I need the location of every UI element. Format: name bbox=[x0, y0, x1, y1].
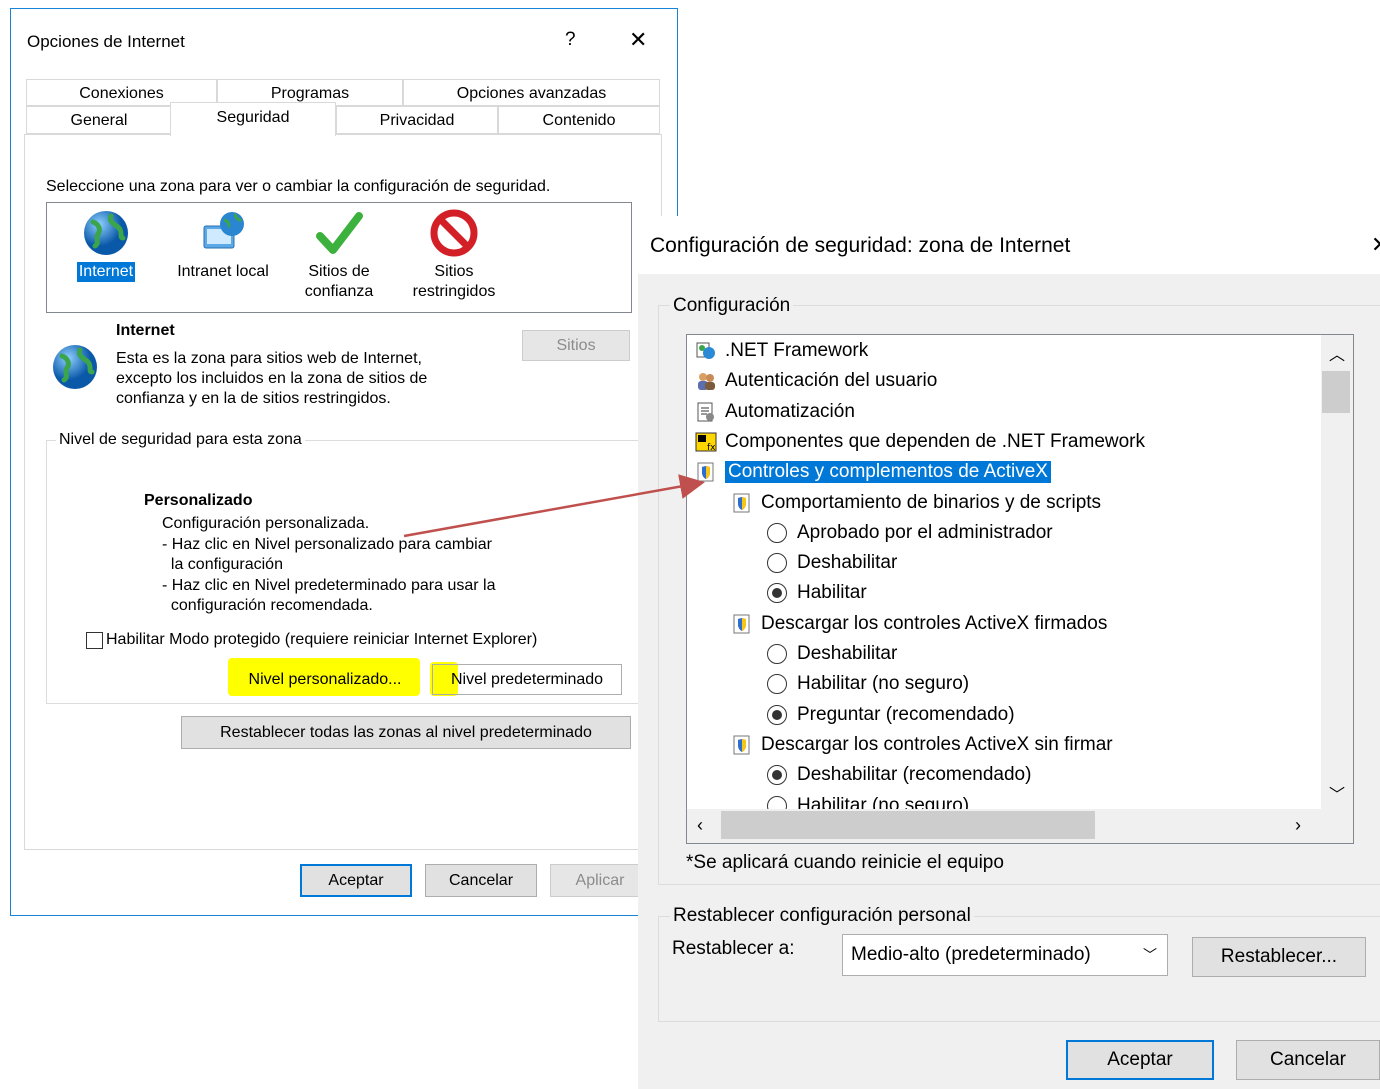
annotation-arrow bbox=[403, 474, 705, 538]
tab-seguridad[interactable]: Seguridad bbox=[170, 102, 336, 136]
